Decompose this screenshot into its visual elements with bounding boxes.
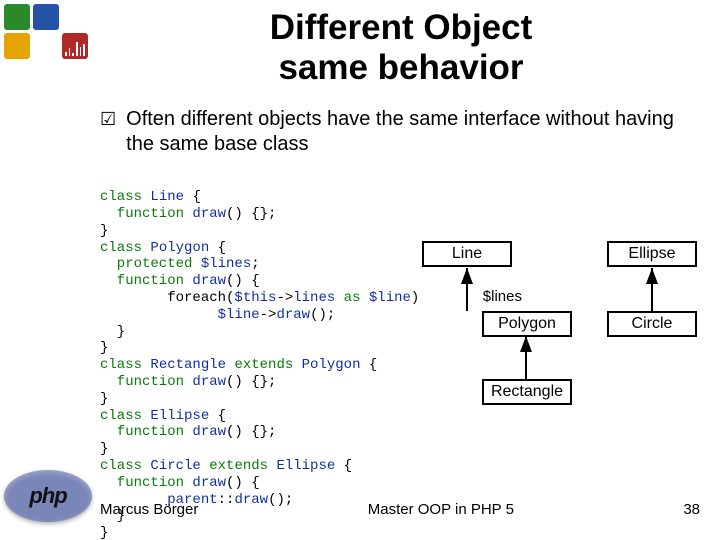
txt: () {}; <box>226 374 276 390</box>
id: draw <box>192 475 226 491</box>
txt: () { <box>226 475 260 491</box>
txt: } <box>100 441 108 457</box>
diagram-box-ellipse: Ellipse <box>607 241 697 267</box>
txt: { <box>192 189 200 205</box>
kw: function <box>100 374 192 390</box>
footer-author: Marcus Börger <box>100 501 198 518</box>
txt: foreach( <box>100 290 234 306</box>
id: draw <box>192 424 226 440</box>
bullet-row: ☑ Often different objects have the same … <box>100 107 702 157</box>
title-line-2: same behavior <box>278 48 523 87</box>
kw: as <box>344 290 369 306</box>
id: Polygon <box>302 357 369 373</box>
txt: () {}; <box>226 424 276 440</box>
footer: Marcus Börger Master OOP in PHP 5 38 <box>100 501 700 518</box>
txt: } <box>100 223 108 239</box>
kw: class <box>100 240 150 256</box>
id: lines <box>293 290 343 306</box>
id: Rectangle <box>150 357 234 373</box>
txt: { <box>218 240 226 256</box>
txt: () { <box>226 273 260 289</box>
id: draw <box>192 206 226 222</box>
id: Ellipse <box>276 458 343 474</box>
txt: (); <box>310 307 335 323</box>
footer-center: Master OOP in PHP 5 <box>198 501 683 518</box>
footer-page: 38 <box>683 501 700 518</box>
diagram-arrows <box>402 236 702 446</box>
class-diagram: Line Ellipse Polygon Circle Rectangle $l… <box>402 236 702 446</box>
id: draw <box>276 307 310 323</box>
id: draw <box>192 374 226 390</box>
logo-square-blue <box>33 4 59 30</box>
diagram-box-line: Line <box>422 241 512 267</box>
bullet-text: Often different objects have the same in… <box>126 107 702 157</box>
var: $lines <box>201 256 251 272</box>
kw: extends <box>234 357 301 373</box>
kw: class <box>100 458 150 474</box>
kw: class <box>100 189 150 205</box>
id: Circle <box>150 458 209 474</box>
kw: function <box>100 273 192 289</box>
slide-title: Different Object same behavior <box>100 8 702 89</box>
diagram-edge-label: $lines <box>470 288 522 305</box>
title-line-1: Different Object <box>270 8 533 47</box>
id: draw <box>192 273 226 289</box>
txt: { <box>369 357 377 373</box>
logo-square-green <box>4 4 30 30</box>
php-logo: php <box>4 470 92 522</box>
txt: () {}; <box>226 206 276 222</box>
logo-square-orange <box>4 33 30 59</box>
txt: { <box>218 408 226 424</box>
diagram-box-circle: Circle <box>607 311 697 337</box>
txt: } <box>100 391 108 407</box>
id: Polygon <box>150 240 217 256</box>
txt: } <box>100 324 125 340</box>
id: Ellipse <box>150 408 217 424</box>
slide: php Different Object same behavior ☑ Oft… <box>0 0 720 540</box>
txt: } <box>100 340 108 356</box>
var: $this <box>234 290 276 306</box>
txt: ; <box>251 256 259 272</box>
txt <box>100 307 218 323</box>
logo-square-red <box>62 33 88 59</box>
kw: extends <box>209 458 276 474</box>
kw: class <box>100 408 150 424</box>
txt: { <box>344 458 352 474</box>
txt: } <box>100 525 108 540</box>
var: $line <box>218 307 260 323</box>
kw: function <box>100 475 192 491</box>
kw: function <box>100 206 192 222</box>
logo-grid <box>4 4 90 59</box>
diagram-box-polygon: Polygon <box>482 311 572 337</box>
checkbox-icon: ☑ <box>100 109 116 131</box>
diagram-box-rectangle: Rectangle <box>482 379 572 405</box>
bars-icon <box>65 40 85 56</box>
id: Line <box>150 189 192 205</box>
kw: function <box>100 424 192 440</box>
php-logo-text: php <box>29 483 66 509</box>
txt: -> <box>276 290 293 306</box>
txt: -> <box>260 307 277 323</box>
kw: class <box>100 357 150 373</box>
kw: protected <box>100 256 201 272</box>
